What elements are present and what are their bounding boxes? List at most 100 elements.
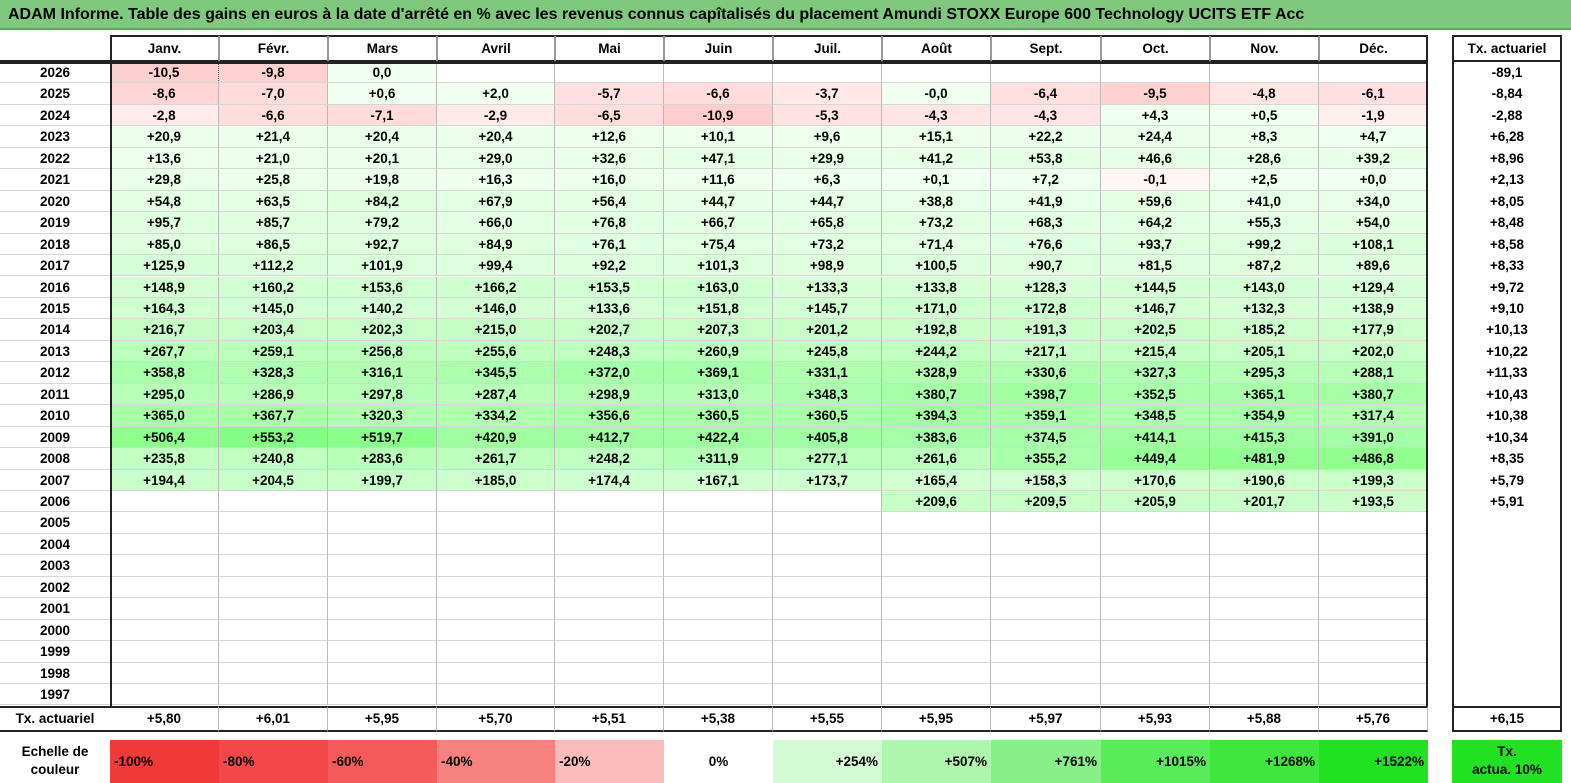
table-cell: +327,3	[1101, 362, 1210, 384]
table-cell: +286,9	[219, 383, 328, 406]
table-cell	[1319, 512, 1428, 534]
table-cell	[664, 533, 773, 556]
table-cell: +146,7	[1101, 297, 1210, 320]
table-cell	[882, 533, 991, 556]
table-cell: -5,7	[555, 83, 664, 105]
table-cell: +288,1	[1319, 362, 1428, 384]
table-cell: -6,1	[1319, 83, 1428, 105]
table-cell: +355,2	[991, 448, 1101, 470]
actuarial-cell: +10,13	[1452, 319, 1562, 341]
table-cell: +140,2	[328, 297, 437, 320]
table-cell	[773, 662, 882, 685]
table-cell	[437, 619, 555, 642]
table-cell: +68,3	[991, 212, 1101, 234]
table-cell	[991, 62, 1101, 84]
table-cell: -0,0	[882, 83, 991, 105]
actuarial-cell	[1452, 662, 1562, 685]
table-cell: +84,2	[328, 190, 437, 213]
table-cell: +415,3	[1210, 426, 1319, 449]
table-cell	[328, 619, 437, 642]
actuarial-cell: +8,58	[1452, 233, 1562, 256]
color-scale-swatch: +1015%	[1101, 740, 1210, 783]
table-cell: +256,8	[328, 340, 437, 363]
table-cell: +21,0	[219, 147, 328, 170]
table-cell: +328,9	[882, 362, 991, 384]
table-cell: +190,6	[1210, 469, 1319, 491]
table-cell: -6,5	[555, 104, 664, 127]
table-cell	[219, 555, 328, 577]
table-cell: +199,7	[328, 469, 437, 491]
year-label: 2026	[0, 62, 110, 84]
actuarial-cell	[1452, 533, 1562, 556]
table-cell: +320,3	[328, 405, 437, 427]
table-cell: -1,9	[1319, 104, 1428, 127]
table-cell	[437, 662, 555, 685]
table-cell	[882, 512, 991, 534]
table-cell: +194,4	[110, 469, 219, 491]
table-cell: +248,2	[555, 448, 664, 470]
table-cell	[437, 62, 555, 84]
table-cell	[437, 512, 555, 534]
table-cell: +16,0	[555, 169, 664, 191]
table-cell	[110, 598, 219, 620]
table-cell: +66,7	[664, 212, 773, 234]
color-scale-swatch: -20%	[555, 740, 664, 783]
table-cell: +92,2	[555, 255, 664, 277]
table-cell: +199,3	[1319, 469, 1428, 491]
table-cell	[1101, 576, 1210, 599]
table-cell: +6,3	[773, 169, 882, 191]
year-label: 2000	[0, 619, 110, 642]
table-cell	[1210, 619, 1319, 642]
actuarial-scale-line2: actua. 10%	[1472, 762, 1542, 777]
color-scale-swatch: +1522%	[1319, 740, 1428, 783]
actuarial-cell	[1452, 555, 1562, 577]
actuarial-cell: -8,84	[1452, 83, 1562, 105]
table-cell	[555, 598, 664, 620]
footer-total: +6,15	[1452, 706, 1562, 732]
table-cell: +15,1	[882, 126, 991, 148]
table-cell: +133,3	[773, 276, 882, 298]
table-cell: +374,5	[991, 426, 1101, 449]
table-cell	[555, 533, 664, 556]
table-cell	[664, 576, 773, 599]
table-cell	[110, 684, 219, 706]
table-cell: +2,5	[1210, 169, 1319, 191]
table-cell: +283,6	[328, 448, 437, 470]
table-cell: +145,7	[773, 297, 882, 320]
table-cell	[773, 684, 882, 706]
table-cell: +41,9	[991, 190, 1101, 213]
month-header-11: Nov.	[1210, 35, 1319, 62]
actuarial-cell	[1452, 684, 1562, 706]
table-cell: -8,6	[110, 83, 219, 105]
table-cell	[555, 684, 664, 706]
actuarial-cell: +10,22	[1452, 340, 1562, 363]
footer-cell: +5,70	[437, 706, 555, 732]
table-cell: +20,1	[328, 147, 437, 170]
footer-cell: +5,38	[664, 706, 773, 732]
table-cell: +317,4	[1319, 405, 1428, 427]
footer-cell: +5,95	[882, 706, 991, 732]
month-header-7: Juil.	[773, 35, 882, 62]
actuarial-header: Tx. actuariel	[1452, 35, 1562, 62]
table-cell	[110, 662, 219, 685]
table-cell	[110, 576, 219, 599]
table-cell	[773, 576, 882, 599]
table-cell: +63,5	[219, 190, 328, 213]
table-cell	[1101, 684, 1210, 706]
table-cell: +20,4	[437, 126, 555, 148]
table-cell	[773, 62, 882, 84]
year-label: 2023	[0, 126, 110, 148]
table-cell	[1319, 662, 1428, 685]
table-cell: +41,0	[1210, 190, 1319, 213]
table-cell	[1319, 533, 1428, 556]
table-cell: +54,8	[110, 190, 219, 213]
table-cell	[1101, 619, 1210, 642]
table-cell: +108,1	[1319, 233, 1428, 256]
color-scale-swatch: +507%	[882, 740, 991, 783]
table-cell	[328, 533, 437, 556]
table-cell: +38,8	[882, 190, 991, 213]
table-cell: +13,6	[110, 147, 219, 170]
color-scale-label: Echelle de couleur	[0, 740, 110, 783]
table-cell: +215,4	[1101, 340, 1210, 363]
actuarial-cell: +5,91	[1452, 491, 1562, 513]
